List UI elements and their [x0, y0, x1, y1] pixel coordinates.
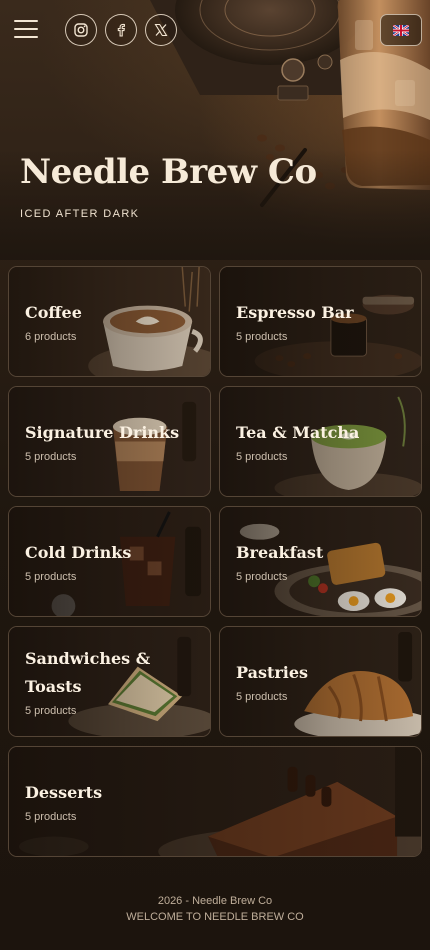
product-count: 5 products [25, 811, 77, 823]
footer-welcome: WELCOME TO NEEDLE BREW CO [126, 911, 304, 923]
product-count: 5 products [25, 705, 77, 717]
menu-icon-line [14, 36, 38, 38]
category-name: Signature Drinks [25, 423, 180, 442]
card-text: Coffee 6 products [25, 299, 200, 343]
brand-tagline: ICED AFTER DARK [20, 208, 140, 220]
category-card-sandwiches-toasts[interactable]: Sandwiches & Toasts 5 products [8, 626, 211, 737]
instagram-icon [74, 23, 88, 37]
card-text: Pastries 5 products [236, 659, 411, 703]
product-count: 6 products [25, 331, 77, 343]
hamburger-menu-button[interactable] [14, 20, 38, 40]
product-count: 5 products [25, 571, 77, 583]
category-card-cold-drinks[interactable]: Cold Drinks 5 products [8, 506, 211, 617]
card-text: Cold Drinks 5 products [25, 539, 200, 583]
category-card-coffee[interactable]: Coffee 6 products [8, 266, 211, 377]
category-name: Cold Drinks [25, 543, 132, 562]
facebook-button[interactable] [105, 14, 137, 46]
footer-copyright: 2026 - Needle Brew Co [157, 895, 273, 907]
category-card-signature-drinks[interactable]: Signature Drinks 5 products [8, 386, 211, 497]
category-card-tea-matcha[interactable]: Tea & Matcha 5 products [219, 386, 422, 497]
category-card-espresso-bar[interactable]: Espresso Bar 5 products [219, 266, 422, 377]
card-text: Breakfast 5 products [236, 539, 411, 583]
x-twitter-icon [154, 23, 168, 37]
card-text: Desserts 5 products [25, 779, 411, 823]
category-name: Tea & Matcha [236, 423, 360, 442]
card-text: Sandwiches & Toasts 5 products [25, 645, 200, 717]
card-text: Tea & Matcha 5 products [236, 419, 411, 463]
menu-icon-line [14, 20, 38, 22]
product-count: 5 products [236, 691, 288, 703]
page: Needle Brew Co ICED AFTER DARK Coffee 6 … [0, 0, 430, 950]
menu-icon-line [14, 28, 38, 30]
card-text: Espresso Bar 5 products [236, 299, 411, 343]
product-count: 5 products [236, 451, 288, 463]
facebook-icon [117, 23, 125, 37]
product-count: 5 products [236, 571, 288, 583]
product-count: 5 products [25, 451, 77, 463]
category-card-pastries[interactable]: Pastries 5 products [219, 626, 422, 737]
category-name: Desserts [25, 783, 103, 802]
brand-title: Needle Brew Co [20, 152, 317, 192]
x-twitter-button[interactable] [145, 14, 177, 46]
category-name: Coffee [25, 303, 82, 322]
category-card-breakfast[interactable]: Breakfast 5 products [219, 506, 422, 617]
category-name: Sandwiches & Toasts [25, 649, 151, 696]
language-selector-button[interactable] [380, 14, 422, 46]
uk-flag-icon [393, 24, 409, 36]
category-name: Espresso Bar [236, 303, 354, 322]
instagram-button[interactable] [65, 14, 97, 46]
top-bar [0, 12, 430, 48]
footer: 2026 - Needle Brew Co WELCOME TO NEEDLE … [0, 893, 430, 925]
category-card-desserts[interactable]: Desserts 5 products [8, 746, 422, 857]
card-text: Signature Drinks 5 products [25, 419, 200, 463]
product-count: 5 products [236, 331, 288, 343]
category-name: Breakfast [236, 543, 324, 562]
category-name: Pastries [236, 663, 309, 682]
